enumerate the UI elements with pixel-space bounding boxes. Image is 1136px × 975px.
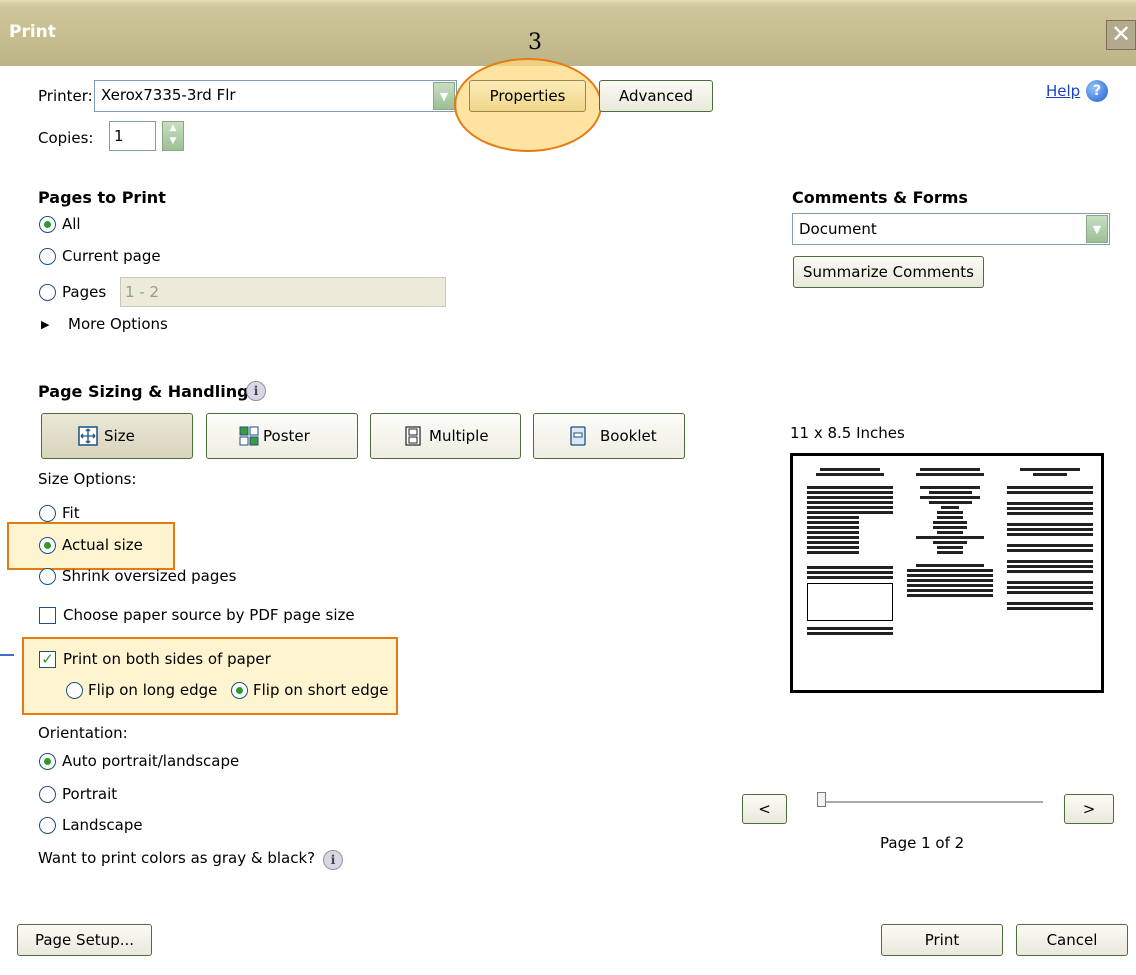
radio-flip-long-edge-label: Flip on long edge (88, 681, 218, 699)
radio-current-page[interactable] (39, 248, 56, 265)
radio-flip-short-edge[interactable] (231, 682, 248, 699)
radio-flip-short-edge-label: Flip on short edge (253, 681, 389, 699)
radio-flip-long-edge[interactable] (66, 682, 83, 699)
comments-forms-select[interactable]: Document ▼ (792, 213, 1110, 245)
info-icon[interactable]: i (323, 850, 343, 870)
radio-portrait-label: Portrait (62, 785, 118, 803)
printer-select[interactable]: Xerox7335-3rd Flr ▼ (94, 80, 457, 112)
highlight-duplex (22, 637, 398, 715)
tab-multiple[interactable]: Multiple (370, 413, 521, 459)
close-icon[interactable]: ✕ (1106, 20, 1136, 50)
triangle-right-icon[interactable]: ▶ (41, 318, 49, 331)
tab-size[interactable]: Size (41, 413, 193, 459)
copies-value: 1 (114, 127, 124, 145)
size-options-label: Size Options: (38, 470, 137, 488)
radio-pages-label: Pages (62, 283, 107, 301)
cancel-button[interactable]: Cancel (1016, 924, 1128, 956)
page-indicator: Page 1 of 2 (880, 834, 965, 852)
radio-auto-portrait-landscape-label: Auto portrait/landscape (62, 752, 240, 770)
radio-pages[interactable] (39, 284, 56, 301)
summarize-comments-button[interactable]: Summarize Comments (793, 256, 984, 288)
help-icon[interactable]: ? (1086, 80, 1108, 102)
checkbox-choose-paper-source-label: Choose paper source by PDF page size (63, 606, 355, 624)
poster-icon (239, 426, 259, 446)
prev-page-button[interactable]: < (742, 794, 787, 824)
advanced-button[interactable]: Advanced (599, 80, 713, 112)
copies-field[interactable]: 1 (109, 121, 156, 151)
chevron-down-icon[interactable]: ▼ (433, 82, 455, 110)
page-setup-button[interactable]: Page Setup... (17, 924, 152, 956)
radio-portrait[interactable] (39, 786, 56, 803)
info-icon[interactable]: i (246, 381, 266, 401)
preview-column (1007, 466, 1093, 612)
tab-multiple-label: Multiple (429, 427, 489, 445)
more-options-toggle[interactable]: More Options (68, 315, 168, 333)
tab-booklet-label: Booklet (600, 427, 657, 445)
comments-forms-value: Document (799, 220, 877, 238)
gray-black-question: Want to print colors as gray & black? (38, 849, 316, 867)
properties-button[interactable]: Properties (469, 80, 586, 112)
help-link[interactable]: Help (1046, 82, 1080, 100)
pages-range-input[interactable]: 1 - 2 (120, 277, 446, 307)
page-preview (790, 453, 1104, 693)
checkbox-print-both-sides-label: Print on both sides of paper (63, 650, 271, 668)
printer-label: Printer: (38, 87, 93, 105)
radio-fit-label: Fit (62, 504, 80, 522)
radio-all-label: All (62, 215, 81, 233)
print-button[interactable]: Print (881, 924, 1003, 956)
checkbox-choose-paper-source[interactable] (39, 607, 56, 624)
orientation-label: Orientation: (38, 724, 128, 742)
radio-shrink-oversized[interactable] (39, 568, 56, 585)
tab-booklet[interactable]: Booklet (533, 413, 685, 459)
title-bar: Print ✕ (0, 0, 1136, 66)
radio-current-page-label: Current page (62, 247, 161, 265)
chevron-down-icon[interactable]: ▼ (1086, 215, 1108, 243)
next-page-button[interactable]: > (1064, 794, 1114, 824)
booklet-icon (570, 426, 586, 446)
tab-poster-label: Poster (263, 427, 310, 445)
preview-size-label: 11 x 8.5 Inches (790, 424, 905, 442)
arrow-pointer-line (0, 654, 14, 656)
preview-column (807, 466, 893, 637)
pages-range-placeholder: 1 - 2 (125, 283, 160, 301)
page-sizing-heading: Page Sizing & Handling (38, 382, 249, 401)
page-slider-thumb[interactable] (817, 792, 826, 807)
checkbox-print-both-sides[interactable]: ✓ (39, 651, 56, 668)
radio-fit[interactable] (39, 505, 56, 522)
pages-to-print-heading: Pages to Print (38, 188, 166, 207)
size-icon (78, 426, 98, 446)
window-title: Print (9, 22, 56, 42)
radio-actual-size[interactable] (39, 537, 56, 554)
radio-all[interactable] (39, 216, 56, 233)
preview-column (907, 466, 993, 599)
radio-auto-portrait-landscape[interactable] (39, 753, 56, 770)
page-slider-track[interactable] (818, 801, 1043, 804)
step-number: 3 (528, 30, 542, 55)
comments-forms-heading: Comments & Forms (792, 188, 968, 207)
radio-landscape[interactable] (39, 817, 56, 834)
copies-label: Copies: (38, 129, 94, 147)
radio-actual-size-label: Actual size (62, 536, 143, 554)
tab-poster[interactable]: Poster (206, 413, 358, 459)
radio-shrink-oversized-label: Shrink oversized pages (62, 567, 237, 585)
copies-stepper[interactable]: ▲ ▼ (162, 121, 184, 151)
multiple-icon (405, 426, 421, 446)
tab-size-label: Size (104, 427, 135, 445)
radio-landscape-label: Landscape (62, 816, 143, 834)
printer-value: Xerox7335-3rd Flr (101, 86, 236, 104)
